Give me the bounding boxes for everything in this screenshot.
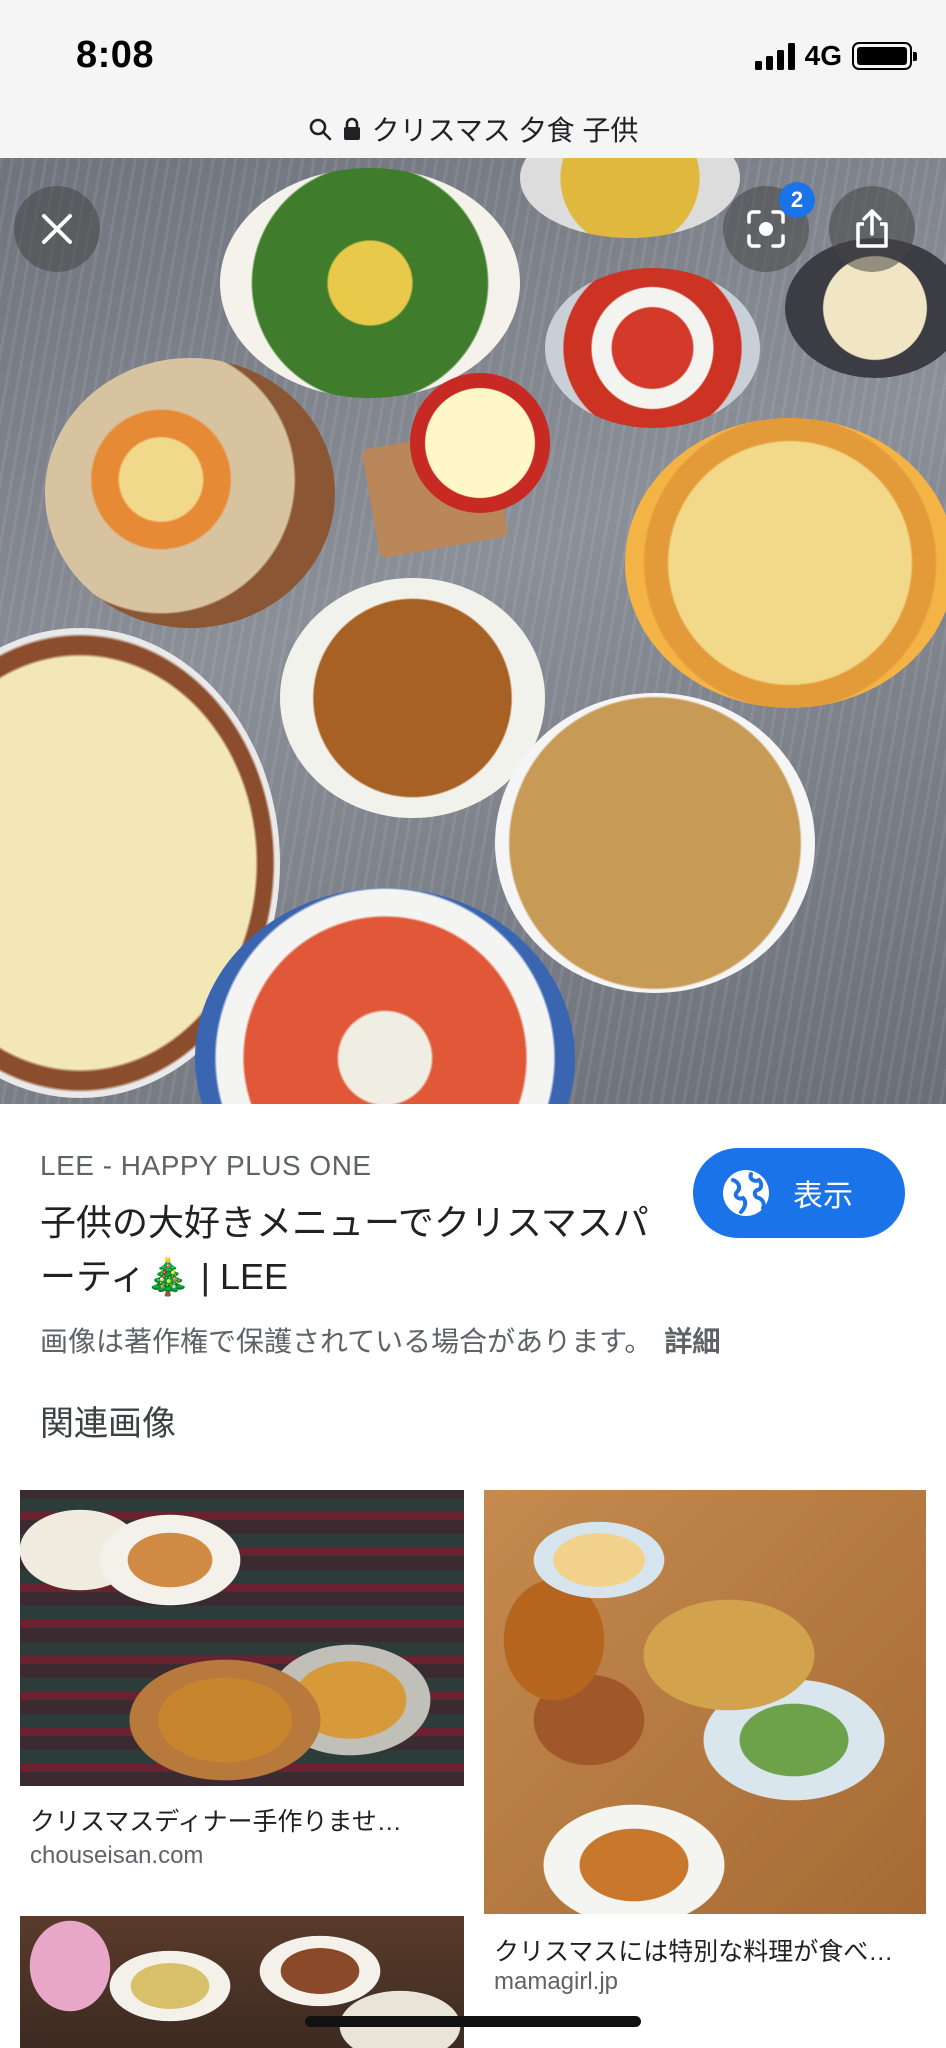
details-link[interactable]: 詳細 <box>664 1326 720 1357</box>
result-source[interactable]: LEE - HAPPY PLUS ONE <box>40 1150 372 1182</box>
result-title-line1: 子供の大好きメニューでクリスマスパ <box>40 1202 649 1243</box>
status-indicators: 4G <box>754 40 917 72</box>
top-bowl <box>520 158 740 238</box>
fondue-pot-top <box>410 373 550 513</box>
status-bar: 8:08 4G <box>0 0 946 100</box>
lock-icon <box>343 117 360 140</box>
copyright-text: 画像は著作権で保護されている場合があります。 <box>40 1326 653 1357</box>
url-query: クリスマス 夕食 子供 <box>371 115 639 146</box>
lens-icon <box>747 210 785 248</box>
related-thumb-image <box>20 1490 464 1786</box>
share-icon <box>856 209 888 248</box>
related-card[interactable] <box>20 1916 464 2048</box>
related-heading: 関連画像 <box>40 1405 176 1443</box>
pizza-dish <box>625 418 946 708</box>
globe-icon <box>723 1170 769 1216</box>
visit-button[interactable]: 表示 <box>693 1148 905 1238</box>
close-icon <box>42 214 72 244</box>
bread-board <box>45 358 335 628</box>
related-card-title: クリスマスディナー手作りませ… <box>30 1808 402 1836</box>
result-title-line2: ーティ🎄 | LEE <box>40 1256 289 1297</box>
salad-dish <box>220 168 520 398</box>
karaage-dish <box>280 578 545 818</box>
status-time: 8:08 <box>76 34 155 76</box>
rosti-dish <box>495 693 815 993</box>
close-button[interactable] <box>14 186 100 272</box>
network-label: 4G <box>804 40 842 71</box>
result-title[interactable]: 子供の大好きメニューでクリスマスパ ーティ🎄 | LEE <box>40 1196 670 1304</box>
battery-icon <box>852 42 917 70</box>
main-image[interactable]: 2 <box>0 158 946 1104</box>
lens-button[interactable]: 2 <box>723 182 815 272</box>
search-icon <box>309 118 331 141</box>
copyright-notice: 画像は著作権で保護されている場合があります。 詳細 <box>40 1320 720 1360</box>
related-card[interactable]: クリスマスには特別な料理が食べ… mamagirl.jp <box>484 1490 926 1998</box>
related-card[interactable]: クリスマスディナー手作りませ… chouseisan.com <box>20 1490 464 1870</box>
home-indicator[interactable] <box>305 2016 641 2027</box>
related-thumb-image <box>20 1916 464 2048</box>
url-bar[interactable]: クリスマス 夕食 子供 <box>0 100 946 158</box>
caprese-dish <box>545 268 760 428</box>
signal-icon <box>754 42 795 70</box>
share-button[interactable] <box>829 186 915 272</box>
related-card-source: mamagirl.jp <box>494 1968 619 1995</box>
lens-badge: 2 <box>779 182 815 218</box>
related-card-source: chouseisan.com <box>30 1842 204 1869</box>
visit-button-label: 表示 <box>793 1180 853 1213</box>
result-info: LEE - HAPPY PLUS ONE 子供の大好きメニューでクリスマスパ ー… <box>0 1104 946 1443</box>
related-card-title: クリスマスには特別な料理が食べ… <box>494 1938 894 1966</box>
related-thumb-image <box>484 1490 926 1914</box>
